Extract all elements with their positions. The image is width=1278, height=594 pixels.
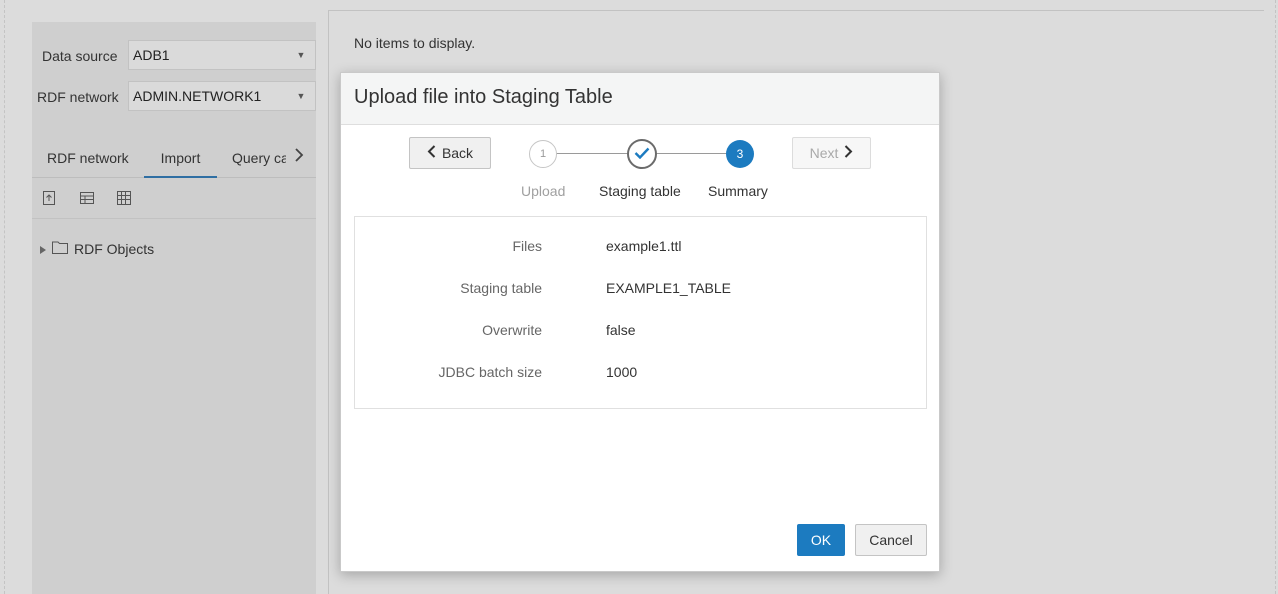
tree-node-rdf-objects[interactable]: RDF Objects bbox=[40, 240, 154, 257]
step-number: 3 bbox=[736, 147, 744, 161]
data-source-value: ADB1 bbox=[133, 47, 170, 63]
checkmark-icon bbox=[634, 146, 650, 162]
chevron-right-icon[interactable] bbox=[294, 148, 304, 165]
tab-rdf-network[interactable]: RDF network bbox=[47, 150, 129, 178]
back-button[interactable]: Back bbox=[409, 137, 491, 169]
back-label: Back bbox=[441, 145, 474, 161]
step-summary[interactable]: 3 bbox=[726, 140, 754, 168]
step-staging-table[interactable] bbox=[627, 139, 657, 169]
chevron-left-icon bbox=[427, 145, 436, 161]
grid-icon[interactable] bbox=[116, 190, 132, 206]
data-source-select[interactable]: ADB1 ▼ bbox=[128, 40, 316, 70]
data-source-label: Data source bbox=[42, 48, 118, 64]
next-label: Next bbox=[809, 145, 839, 161]
left-panel: Data source ADB1 ▼ RDF network ADMIN.NET… bbox=[32, 22, 316, 594]
tab-query-cache[interactable]: Query ca bbox=[232, 150, 286, 178]
summary-value-staging-table: EXAMPLE1_TABLE bbox=[606, 280, 732, 296]
import-toolbar bbox=[32, 178, 316, 219]
next-button[interactable]: Next bbox=[792, 137, 871, 169]
rdf-network-value: ADMIN.NETWORK1 bbox=[133, 88, 262, 104]
chevron-down-icon[interactable]: ▼ bbox=[287, 82, 315, 110]
dialog-header: Upload file into Staging Table bbox=[341, 73, 939, 125]
empty-message: No items to display. bbox=[354, 35, 476, 51]
summary-value-files: example1.ttl bbox=[606, 238, 682, 254]
left-tabs: RDF network Import Query ca bbox=[32, 142, 316, 178]
step-number: 1 bbox=[539, 148, 547, 160]
table-icon[interactable] bbox=[79, 190, 95, 206]
step-upload[interactable]: 1 bbox=[529, 140, 557, 168]
summary-label-staging-table: Staging table bbox=[460, 280, 542, 296]
upload-dialog: Upload file into Staging Table Back 1 3 … bbox=[340, 72, 940, 572]
rdf-network-row: RDF network bbox=[37, 81, 119, 113]
summary-value-jdbc-batch-size: 1000 bbox=[606, 364, 638, 380]
tab-import[interactable]: Import bbox=[144, 150, 217, 178]
step-label-summary: Summary bbox=[708, 183, 768, 199]
summary-label-files: Files bbox=[512, 238, 542, 254]
data-source-row: Data source bbox=[42, 40, 117, 72]
caret-right-icon[interactable] bbox=[40, 241, 46, 257]
rdf-network-label: RDF network bbox=[37, 89, 119, 105]
summary-label-jdbc-batch-size: JDBC batch size bbox=[438, 364, 542, 380]
tree-node-label: RDF Objects bbox=[74, 240, 155, 257]
step-label-upload: Upload bbox=[521, 183, 566, 199]
cancel-button[interactable]: Cancel bbox=[855, 524, 927, 556]
upload-icon[interactable] bbox=[41, 190, 57, 206]
step-label-staging-table: Staging table bbox=[599, 183, 681, 199]
chevron-down-icon[interactable]: ▼ bbox=[287, 41, 315, 69]
ok-button[interactable]: OK bbox=[797, 524, 845, 556]
chevron-right-icon bbox=[844, 145, 853, 161]
summary-label-overwrite: Overwrite bbox=[482, 322, 542, 338]
summary-value-overwrite: false bbox=[606, 322, 636, 338]
rdf-network-select[interactable]: ADMIN.NETWORK1 ▼ bbox=[128, 81, 316, 111]
summary-panel: Files example1.ttl Staging table EXAMPLE… bbox=[354, 216, 927, 409]
folder-icon bbox=[52, 240, 68, 257]
dialog-title: Upload file into Staging Table bbox=[354, 86, 613, 108]
